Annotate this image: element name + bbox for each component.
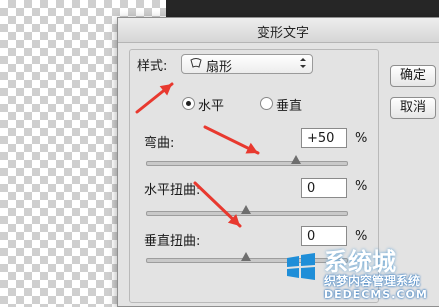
windows-logo-icon bbox=[287, 253, 315, 280]
watermark-url: DEDECMS.COM bbox=[324, 288, 428, 301]
watermark: 系统城 织梦内容管理系统 DEDECMS.COM bbox=[280, 242, 439, 305]
watermark-slogan: 织梦内容管理系统 bbox=[324, 274, 421, 288]
